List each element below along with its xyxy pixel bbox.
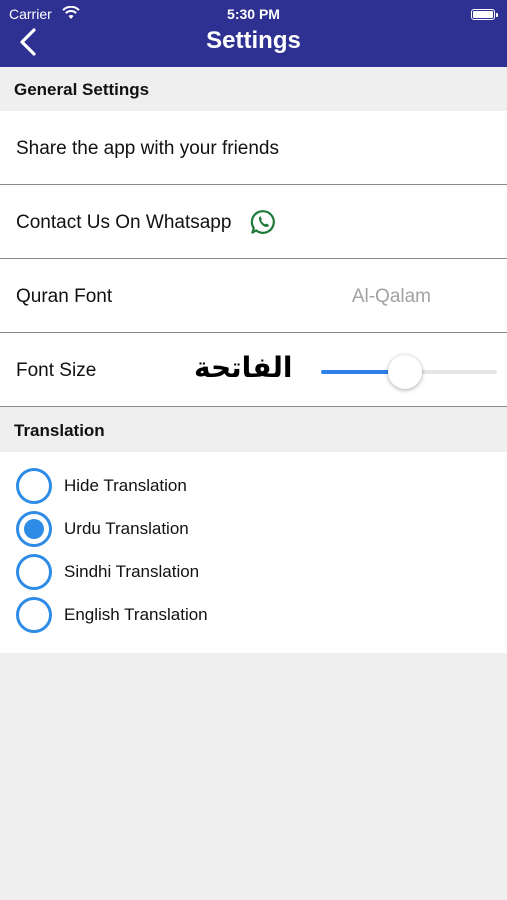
contact-whatsapp-label: Contact Us On Whatsapp [16,212,232,233]
translation-title: Translation [14,421,105,440]
settings-screen: Carrier 5:30 PM Settings General Setting… [0,0,507,900]
radio-circle[interactable] [16,554,52,590]
radio-circle[interactable] [16,468,52,504]
translation-options: Hide Translation Urdu Translation Sindhi… [0,452,507,653]
radio-urdu-translation[interactable]: Urdu Translation [16,511,316,547]
quran-font-row[interactable]: Quran Font Al-Qalam [0,259,507,333]
contact-whatsapp-row[interactable]: Contact Us On Whatsapp [0,185,507,259]
slider-thumb[interactable] [388,355,423,389]
status-bar: Carrier 5:30 PM [0,5,507,23]
font-sample-text: الفاتحة [194,351,293,384]
battery-icon [471,9,498,20]
share-app-row[interactable]: Share the app with your friends [0,111,507,185]
radio-circle[interactable] [16,597,52,633]
quran-font-label: Quran Font [16,286,113,307]
nav-bar: Carrier 5:30 PM Settings [0,0,507,67]
general-settings-header: General Settings [0,67,507,111]
font-size-slider[interactable] [321,355,497,389]
quran-font-value: Al-Qalam [351,286,431,307]
whatsapp-icon [250,210,275,234]
status-time: 5:30 PM [227,6,280,22]
radio-label: Urdu Translation [64,519,189,538]
font-size-row: Font Size الفاتحة [0,333,507,407]
radio-circle[interactable] [16,511,52,547]
radio-label: Sindhi Translation [64,562,200,581]
translation-header: Translation [0,408,507,452]
radio-hide-translation[interactable]: Hide Translation [16,468,316,504]
share-app-label: Share the app with your friends [16,138,279,159]
radio-dot [24,519,44,539]
font-size-label: Font Size [16,360,97,381]
general-settings-title: General Settings [14,80,150,99]
radio-label: Hide Translation [64,476,187,495]
radio-english-translation[interactable]: English Translation [16,597,316,633]
radio-label: English Translation [64,605,208,624]
radio-sindhi-translation[interactable]: Sindhi Translation [16,554,316,590]
page-title: Settings [206,27,301,54]
